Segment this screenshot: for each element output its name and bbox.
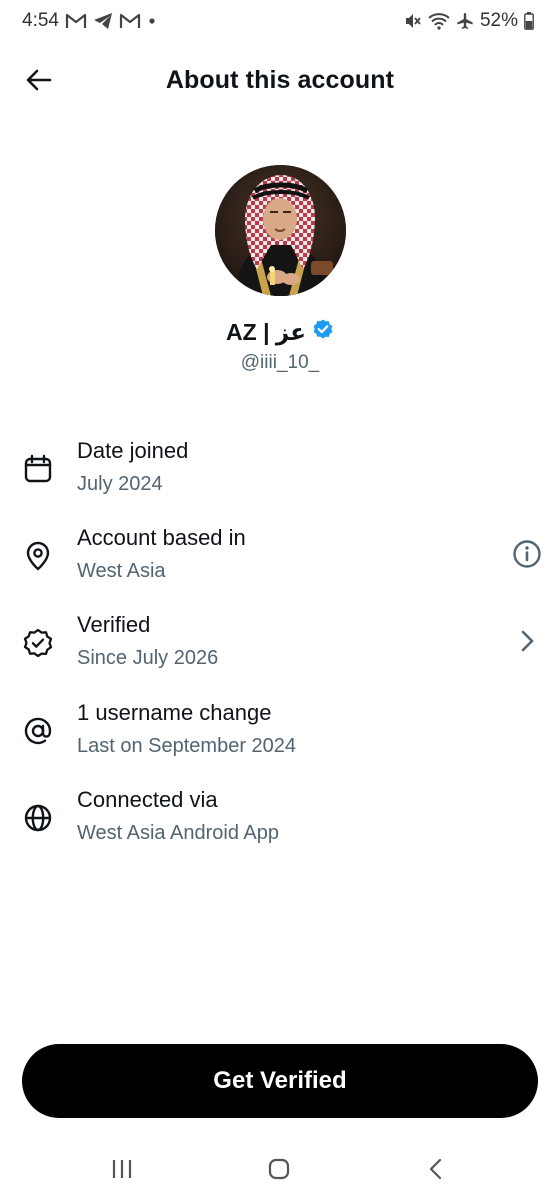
header: About this account: [0, 50, 560, 110]
calendar-icon: [22, 453, 54, 485]
detail-title: Verified: [77, 612, 151, 637]
get-verified-button[interactable]: Get Verified: [22, 1044, 538, 1118]
detail-subtitle: West Asia: [77, 560, 166, 582]
verified-badge-icon: [22, 627, 54, 659]
detail-subtitle: July 2024: [77, 473, 163, 495]
detail-title: Date joined: [77, 438, 189, 463]
display-name-row: AZ | عز: [0, 318, 560, 346]
globe-icon: [22, 802, 54, 834]
status-right: 52%: [404, 10, 534, 32]
battery-icon: [524, 12, 534, 30]
location-pin-icon: [22, 540, 54, 572]
avatar-image: [215, 165, 346, 296]
detail-title: Account based in: [77, 525, 246, 550]
detail-title: Connected via: [77, 787, 218, 812]
airplane-icon: [456, 12, 474, 30]
system-back-button[interactable]: [416, 1154, 456, 1184]
detail-row-connected-via: Connected via West Asia Android App: [0, 787, 560, 861]
verified-check-icon: [312, 318, 334, 346]
page-title: About this account: [165, 65, 395, 94]
detail-row-verified[interactable]: Verified Since July 2026: [0, 612, 560, 686]
home-icon: [268, 1158, 290, 1180]
battery-percent: 52%: [479, 10, 518, 31]
gmail-icon: [65, 13, 87, 29]
detail-row-date-joined: Date joined July 2024: [0, 438, 560, 512]
detail-row-username-change: 1 username change Last on September 2024: [0, 700, 560, 774]
status-bar: 4:54 52%: [0, 0, 560, 42]
telegram-icon: [93, 12, 113, 30]
back-button[interactable]: [20, 62, 58, 98]
detail-title: 1 username change: [77, 700, 272, 725]
home-button[interactable]: [259, 1154, 299, 1184]
mute-icon: [404, 12, 422, 30]
detail-row-account-based-in: Account based in West Asia: [0, 525, 560, 599]
avatar[interactable]: [215, 165, 346, 296]
at-sign-icon: [22, 715, 54, 747]
profile-handle: @iiii_10_: [240, 352, 320, 373]
arrow-left-icon: [26, 69, 52, 91]
wifi-icon: [428, 12, 450, 30]
detail-subtitle: Since July 2026: [77, 647, 219, 669]
chevron-right-icon[interactable]: [512, 626, 542, 656]
gmail-icon: [119, 13, 141, 29]
chevron-left-icon: [429, 1158, 442, 1180]
info-icon[interactable]: [512, 539, 542, 569]
status-left: 4:54: [22, 10, 157, 32]
detail-subtitle: West Asia Android App: [77, 822, 279, 844]
recent-apps-icon: [112, 1160, 132, 1178]
detail-subtitle: Last on September 2024: [77, 735, 297, 757]
notification-dot-icon: [147, 16, 157, 26]
display-name: AZ | عز: [226, 318, 306, 345]
status-time: 4:54: [22, 10, 59, 31]
system-nav-bar: [0, 1140, 560, 1200]
recent-apps-button[interactable]: [102, 1154, 142, 1184]
